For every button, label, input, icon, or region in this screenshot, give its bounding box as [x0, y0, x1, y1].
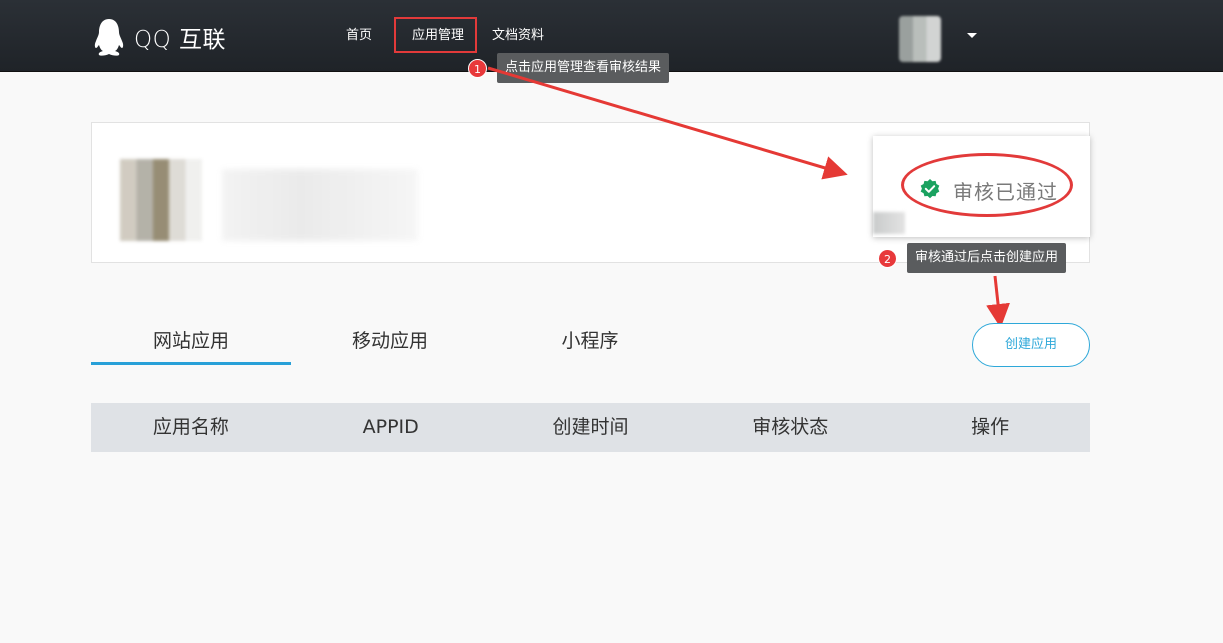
annotation-circle: [901, 153, 1073, 217]
caret-down-icon[interactable]: [967, 33, 977, 38]
tab-mobile-app[interactable]: 移动应用: [290, 328, 490, 354]
column-actions: 操作: [971, 416, 1010, 438]
tab-mini-program[interactable]: 小程序: [490, 328, 690, 354]
penguin-logo-icon: [94, 19, 124, 56]
column-review-status: 审核状态: [752, 416, 829, 438]
column-appid: APPID: [362, 416, 419, 438]
arrow-2: [986, 275, 1010, 328]
blurred-region: [873, 212, 905, 234]
create-app-button[interactable]: 创建应用: [972, 323, 1090, 367]
active-tab-indicator: [91, 362, 291, 365]
step-2-badge: 2: [878, 249, 897, 268]
tab-web-app[interactable]: 网站应用: [91, 328, 291, 354]
step-2-tooltip: 审核通过后点击创建应用: [907, 243, 1067, 273]
nav-home[interactable]: 首页: [346, 27, 372, 45]
profile-name-blurred: [222, 169, 418, 241]
column-app-name: 应用名称: [152, 416, 229, 438]
step-1-tooltip: 点击应用管理查看审核结果: [497, 53, 670, 83]
nav-docs[interactable]: 文档资料: [492, 27, 544, 45]
logo-text: QQ 互联: [134, 27, 227, 53]
annotation-arrows: [487, 66, 1010, 328]
user-avatar[interactable]: [899, 16, 941, 62]
logo[interactable]: QQ 互联: [92, 16, 226, 58]
step-1-badge: 1: [468, 59, 487, 78]
app-table-header: 应用名称 APPID 创建时间 审核状态 操作: [91, 403, 1090, 452]
column-created-time: 创建时间: [552, 416, 629, 438]
profile-avatar-blurred: [120, 159, 202, 241]
annotation-highlight-box: [394, 17, 477, 53]
review-status-callout: 审核已通过: [873, 136, 1090, 237]
